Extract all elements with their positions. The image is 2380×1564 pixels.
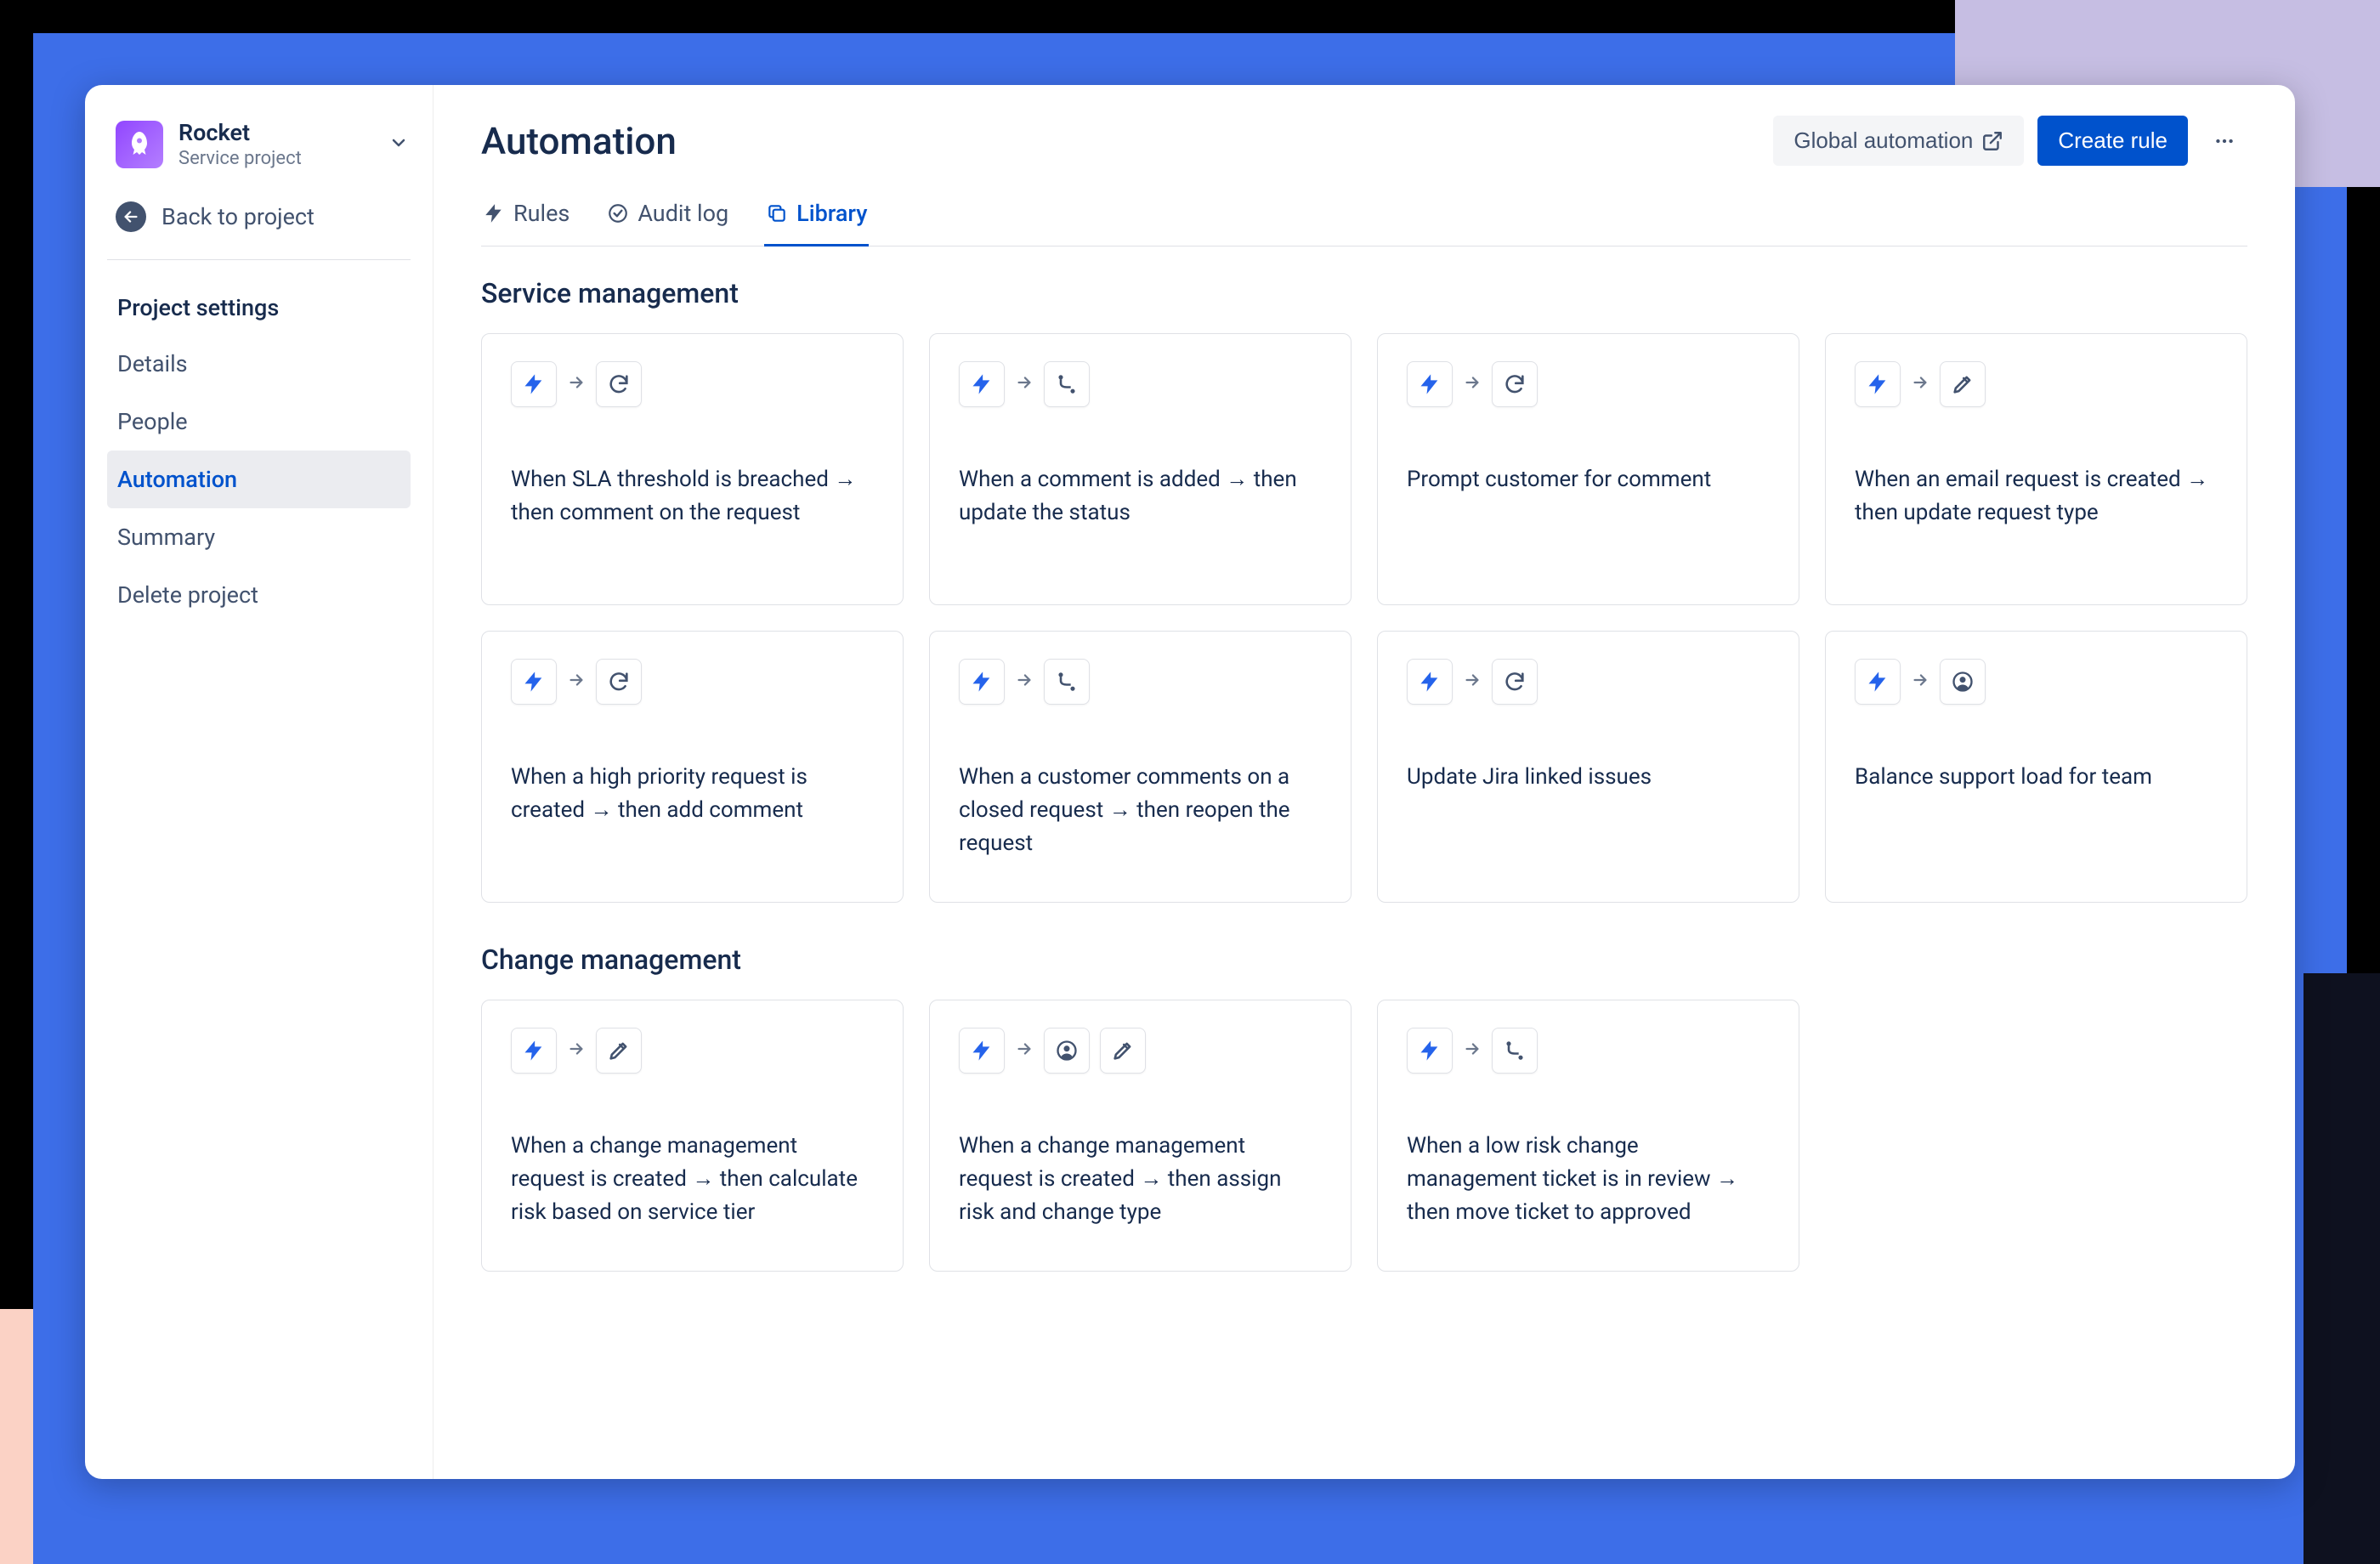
create-rule-label: Create rule bbox=[2058, 128, 2168, 154]
card-description: When a low risk change management ticket… bbox=[1407, 1130, 1770, 1229]
bolt-icon bbox=[1407, 659, 1453, 705]
bolt-icon bbox=[1855, 659, 1901, 705]
card-description: When a change management request is crea… bbox=[959, 1130, 1322, 1229]
card-description: When a high priority request is created … bbox=[511, 761, 874, 827]
arrow-icon bbox=[567, 373, 586, 395]
check-circle-icon bbox=[607, 202, 629, 224]
refresh-icon bbox=[1492, 361, 1538, 407]
arrow-icon bbox=[567, 1040, 586, 1062]
arrow-icon bbox=[1911, 671, 1930, 693]
bolt-icon bbox=[959, 659, 1005, 705]
sidebar-item-delete-project[interactable]: Delete project bbox=[107, 566, 411, 624]
app-window: Rocket Service project Back to project P… bbox=[85, 85, 2295, 1479]
sidebar: Rocket Service project Back to project P… bbox=[85, 85, 434, 1479]
bolt-icon bbox=[511, 659, 557, 705]
card-description: When a comment is added → then update th… bbox=[959, 463, 1322, 530]
person-icon bbox=[1940, 659, 1986, 705]
more-actions-button[interactable] bbox=[2202, 118, 2247, 164]
card-description: Update Jira linked issues bbox=[1407, 761, 1770, 794]
tab-library[interactable]: Library bbox=[764, 191, 869, 246]
back-arrow-icon bbox=[116, 201, 146, 232]
tab-label: Rules bbox=[513, 200, 570, 227]
arrow-icon bbox=[1015, 373, 1034, 395]
bolt-icon bbox=[1407, 361, 1453, 407]
bolt-icon bbox=[511, 361, 557, 407]
arrow-icon bbox=[1015, 1040, 1034, 1062]
section-change-management: Change management When a change manageme… bbox=[481, 944, 2247, 1272]
arrow-icon bbox=[1463, 373, 1482, 395]
project-icon bbox=[116, 121, 163, 168]
arrow-icon bbox=[1911, 373, 1930, 395]
tab-audit-log[interactable]: Audit log bbox=[605, 191, 730, 246]
pencil-icon bbox=[1940, 361, 1986, 407]
bolt-icon bbox=[511, 1028, 557, 1074]
automation-template-card[interactable]: When a low risk change management ticket… bbox=[1377, 1000, 1799, 1272]
project-switcher[interactable]: Rocket Service project bbox=[85, 109, 433, 179]
global-automation-button[interactable]: Global automation bbox=[1773, 116, 2024, 166]
card-description: When a change management request is crea… bbox=[511, 1130, 874, 1229]
project-name: Rocket bbox=[178, 119, 373, 146]
card-description: When a customer comments on a closed req… bbox=[959, 761, 1322, 860]
main-content: Automation Global automation Create rule… bbox=[434, 85, 2295, 1479]
refresh-icon bbox=[1492, 659, 1538, 705]
card-description: Balance support load for team bbox=[1855, 761, 2218, 794]
automation-template-card[interactable]: When a high priority request is created … bbox=[481, 631, 904, 903]
automation-template-card[interactable]: When a change management request is crea… bbox=[481, 1000, 904, 1272]
tab-label: Audit log bbox=[638, 200, 728, 227]
automation-template-card[interactable]: When a change management request is crea… bbox=[929, 1000, 1352, 1272]
bolt-icon bbox=[1407, 1028, 1453, 1074]
back-label: Back to project bbox=[162, 203, 314, 230]
arrow-icon bbox=[1463, 1040, 1482, 1062]
person-icon bbox=[1044, 1028, 1090, 1074]
card-description: Prompt customer for comment bbox=[1407, 463, 1770, 496]
automation-template-card[interactable]: Balance support load for team bbox=[1825, 631, 2247, 903]
pencil-icon bbox=[1100, 1028, 1146, 1074]
section-title: Change management bbox=[481, 944, 2247, 976]
sidebar-item-automation[interactable]: Automation bbox=[107, 450, 411, 508]
sidebar-nav: Project settings DetailsPeopleAutomation… bbox=[85, 280, 433, 624]
create-rule-button[interactable]: Create rule bbox=[2037, 116, 2188, 166]
more-icon bbox=[2213, 130, 2236, 152]
global-automation-label: Global automation bbox=[1794, 128, 1973, 154]
bolt-icon bbox=[1855, 361, 1901, 407]
branch-icon bbox=[1492, 1028, 1538, 1074]
automation-template-card[interactable]: When a customer comments on a closed req… bbox=[929, 631, 1352, 903]
arrow-icon bbox=[1463, 671, 1482, 693]
automation-template-card[interactable]: Prompt customer for comment bbox=[1377, 333, 1799, 605]
pencil-icon bbox=[596, 1028, 642, 1074]
section-service-management: Service management When SLA threshold is… bbox=[481, 277, 2247, 903]
card-description: When SLA threshold is breached → then co… bbox=[511, 463, 874, 530]
automation-template-card[interactable]: When a comment is added → then update th… bbox=[929, 333, 1352, 605]
sidebar-heading: Project settings bbox=[107, 280, 411, 335]
chevron-down-icon bbox=[388, 133, 409, 156]
arrow-icon bbox=[1015, 671, 1034, 693]
divider bbox=[107, 259, 411, 260]
arrow-icon bbox=[567, 671, 586, 693]
sidebar-item-people[interactable]: People bbox=[107, 393, 411, 450]
automation-template-card[interactable]: Update Jira linked issues bbox=[1377, 631, 1799, 903]
bolt-icon bbox=[959, 1028, 1005, 1074]
sidebar-item-details[interactable]: Details bbox=[107, 335, 411, 393]
automation-template-card[interactable]: When SLA threshold is breached → then co… bbox=[481, 333, 904, 605]
branch-icon bbox=[1044, 659, 1090, 705]
bolt-icon bbox=[959, 361, 1005, 407]
bg-decor-dark bbox=[2304, 973, 2380, 1564]
bolt-icon bbox=[483, 202, 505, 224]
card-description: When an email request is created → then … bbox=[1855, 463, 2218, 530]
tabs: Rules Audit log Library bbox=[481, 191, 2247, 246]
branch-icon bbox=[1044, 361, 1090, 407]
refresh-icon bbox=[596, 361, 642, 407]
page-title: Automation bbox=[481, 119, 1773, 163]
project-type: Service project bbox=[178, 148, 373, 169]
external-link-icon bbox=[1981, 130, 2003, 152]
section-title: Service management bbox=[481, 277, 2247, 309]
tab-label: Library bbox=[796, 200, 867, 227]
copy-icon bbox=[766, 202, 788, 224]
refresh-icon bbox=[596, 659, 642, 705]
automation-template-card[interactable]: When an email request is created → then … bbox=[1825, 333, 2247, 605]
back-to-project[interactable]: Back to project bbox=[85, 179, 433, 259]
tab-rules[interactable]: Rules bbox=[481, 191, 571, 246]
sidebar-item-summary[interactable]: Summary bbox=[107, 508, 411, 566]
